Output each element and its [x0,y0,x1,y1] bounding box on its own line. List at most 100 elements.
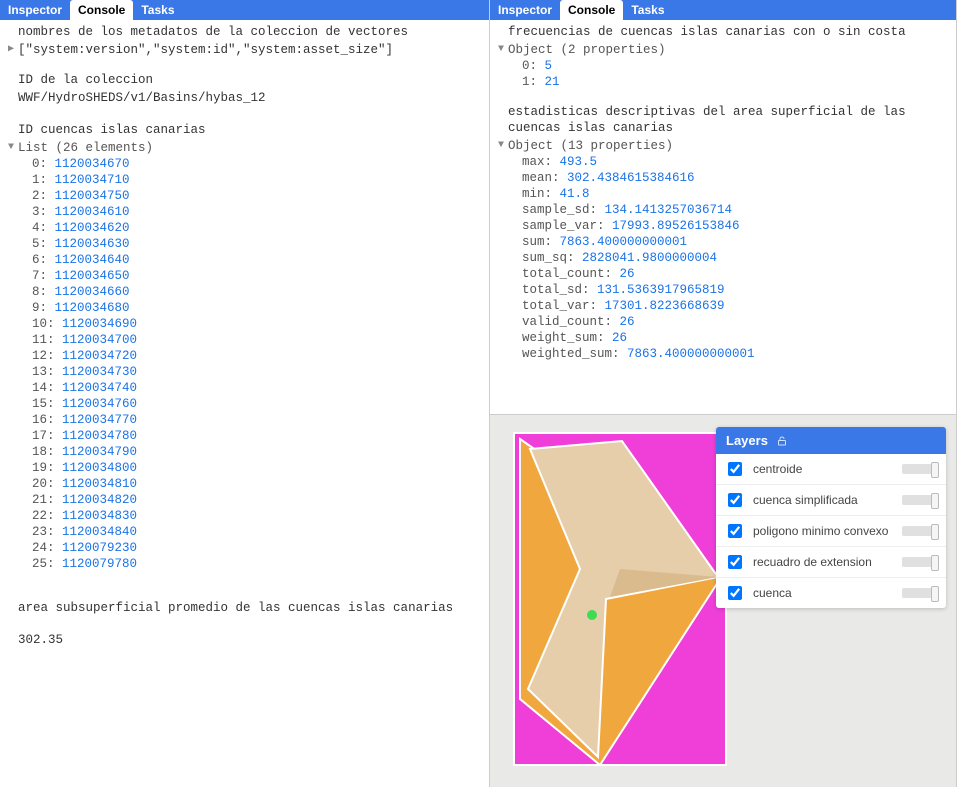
kv-key: weight_sum: [522,331,612,345]
tab-bar-left: Inspector Console Tasks [0,0,489,20]
list-item[interactable]: 23: 1120034840 [32,524,489,540]
list-item[interactable]: 13: 1120034730 [32,364,489,380]
layers-header[interactable]: Layers [716,427,946,454]
list-item[interactable]: 5: 1120034630 [32,236,489,252]
layer-name[interactable]: cuenca simplificada [753,493,894,507]
caret-right-icon[interactable]: ▶ [8,42,18,58]
opacity-slider[interactable] [902,588,938,598]
list-index: 4: [32,221,55,235]
layer-name[interactable]: cuenca [753,586,894,600]
console-right[interactable]: frecuencias de cuencas islas canarias co… [490,20,956,366]
caret-down-icon[interactable]: ▼ [8,140,18,156]
tab-tasks[interactable]: Tasks [133,0,182,20]
tab-console[interactable]: Console [560,0,623,20]
list-item[interactable]: 10: 1120034690 [32,316,489,332]
list-item[interactable]: 12: 1120034720 [32,348,489,364]
caret-down-icon[interactable]: ▼ [498,138,508,154]
kv-row[interactable]: total_sd: 131.5363917965819 [494,282,956,298]
opacity-slider[interactable] [902,464,938,474]
kv-row[interactable]: total_count: 26 [494,266,956,282]
list-item[interactable]: 15: 1120034760 [32,396,489,412]
opacity-slider[interactable] [902,557,938,567]
list-item[interactable]: 9: 1120034680 [32,300,489,316]
list-index: 1: [32,173,55,187]
kv-row[interactable]: sum: 7863.400000000001 [494,234,956,250]
list-value: 1120034700 [62,333,137,347]
kv-list: max: 493.5mean: 302.4384615384616min: 41… [494,154,956,362]
list-item[interactable]: 14: 1120034740 [32,380,489,396]
kv-row[interactable]: total_var: 17301.8223668639 [494,298,956,314]
kv-row[interactable]: mean: 302.4384615384616 [494,170,956,186]
kv-key: total_count: [522,267,620,281]
list-value: 1120034660 [55,285,130,299]
list-index: 0: [32,157,55,171]
kv-row[interactable]: sum_sq: 2828041.9800000004 [494,250,956,266]
list-item[interactable]: 24: 1120079230 [32,540,489,556]
list-item[interactable]: 6: 1120034640 [32,252,489,268]
layer-checkbox[interactable] [728,555,742,569]
json-literal: ["system:version","system:id","system:as… [18,42,393,58]
list-item[interactable]: 7: 1120034650 [32,268,489,284]
kv-key: sum_sq: [522,251,582,265]
list-item[interactable]: 8: 1120034660 [32,284,489,300]
list-item[interactable]: 17: 1120034780 [32,428,489,444]
kv-row[interactable]: valid_count: 26 [494,314,956,330]
tree-node-collapsed[interactable]: ▶ ["system:version","system:id","system:… [4,42,489,58]
tree-node-expanded[interactable]: ▼ Object (13 properties) [494,138,956,154]
kv-value: 493.5 [560,155,598,169]
kv-row[interactable]: sample_var: 17993.89526153846 [494,218,956,234]
list-index: 3: [32,205,55,219]
kv-row[interactable]: weight_sum: 26 [494,330,956,346]
list-item[interactable]: 0: 1120034670 [32,156,489,172]
list-item[interactable]: 2: 1120034750 [32,188,489,204]
console-left[interactable]: nombres de los metadatos de la coleccion… [0,20,489,787]
list-item[interactable]: 22: 1120034830 [32,508,489,524]
opacity-slider[interactable] [902,526,938,536]
tab-console[interactable]: Console [70,0,133,20]
kv-row[interactable]: sample_sd: 134.1413257036714 [494,202,956,218]
list-index: 24: [32,541,62,555]
list-index: 10: [32,317,62,331]
caret-down-icon[interactable]: ▼ [498,42,508,58]
layer-name[interactable]: centroide [753,462,894,476]
list-item[interactable]: 16: 1120034770 [32,412,489,428]
tree-node-expanded[interactable]: ▼ Object (2 properties) [494,42,956,58]
tab-tasks[interactable]: Tasks [623,0,672,20]
kv-row[interactable]: weighted_sum: 7863.400000000001 [494,346,956,362]
kv-row[interactable]: max: 493.5 [494,154,956,170]
kv-value: 17993.89526153846 [612,219,740,233]
layer-checkbox[interactable] [728,493,742,507]
tree-node-expanded[interactable]: ▼ List (26 elements) [4,140,489,156]
list-value: 1120034820 [62,493,137,507]
map-canvas[interactable]: Layers centroide cuenca simplificada polig… [490,415,956,787]
list-item[interactable]: 18: 1120034790 [32,444,489,460]
tab-bar-right: Inspector Console Tasks [490,0,956,20]
tab-inspector[interactable]: Inspector [0,0,70,20]
log-message: ID cuencas islas canarias [4,122,489,140]
layer-checkbox[interactable] [728,462,742,476]
layer-checkbox[interactable] [728,524,742,538]
layer-row: centroide [716,454,946,485]
list-item[interactable]: 4: 1120034620 [32,220,489,236]
list-item[interactable]: 21: 1120034820 [32,492,489,508]
list-item[interactable]: 25: 1120079780 [32,556,489,572]
list-index: 14: [32,381,62,395]
list-item[interactable]: 3: 1120034610 [32,204,489,220]
kv-value: 5 [545,59,553,73]
kv-value: 131.5363917965819 [597,283,725,297]
opacity-slider[interactable] [902,495,938,505]
kv-row[interactable]: min: 41.8 [494,186,956,202]
log-message: ID de la coleccion [4,72,489,90]
list-item[interactable]: 19: 1120034800 [32,460,489,476]
list-item[interactable]: 20: 1120034810 [32,476,489,492]
list-item[interactable]: 11: 1120034700 [32,332,489,348]
kv-row[interactable]: 0: 5 [494,58,956,74]
layer-name[interactable]: recuadro de extension [753,555,894,569]
lock-icon[interactable] [776,435,788,447]
tab-inspector[interactable]: Inspector [490,0,560,20]
list-item[interactable]: 1: 1120034710 [32,172,489,188]
layer-name[interactable]: poligono minimo convexo [753,524,894,538]
layer-checkbox[interactable] [728,586,742,600]
kv-row[interactable]: 1: 21 [494,74,956,90]
layer-row: recuadro de extension [716,547,946,578]
